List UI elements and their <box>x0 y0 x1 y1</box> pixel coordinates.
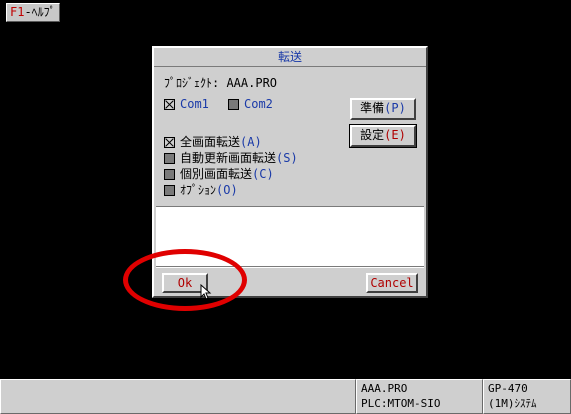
status-cell-model: GP-470 (1M)ｼｽﾃﾑ <box>483 379 571 414</box>
option-auto-update-label: 自動更新画面転送 <box>180 151 277 165</box>
settings-button-text: 設定 <box>360 128 385 142</box>
option-auto-update-screens[interactable]: 自動更新画面転送 (S) <box>164 150 298 166</box>
transfer-message-area <box>156 208 424 266</box>
option-options-label: ｵﾌﾟｼｮﾝ <box>180 183 217 197</box>
com2-checkbox-box <box>228 98 239 110</box>
screen: F1 -ﾍﾙﾌﾟ 転送 ﾌﾟﾛｼﾞｪｸﾄ: AAA.PRO Com1 Com2 準… <box>0 0 571 414</box>
option-all-screens[interactable]: 全画面転送 (A) <box>164 134 262 150</box>
status-project-name: AAA.PRO <box>361 382 408 395</box>
com2-checkbox[interactable]: Com2 <box>228 96 273 112</box>
mouse-pointer-icon <box>200 284 212 300</box>
status-system: (1M)ｼｽﾃﾑ <box>488 397 537 410</box>
ok-button-rest: k <box>185 276 193 290</box>
status-model: GP-470 <box>488 382 528 395</box>
lower-divider <box>156 266 424 268</box>
com1-checkbox-box <box>164 98 175 110</box>
help-key-code: F1 <box>10 5 25 19</box>
option-all-screens-box <box>164 136 175 148</box>
option-individual-label: 個別画面転送 <box>180 167 253 181</box>
option-individual-accel: (C) <box>252 167 274 181</box>
help-key-label: -ﾍﾙﾌﾟ <box>24 5 56 19</box>
settings-button-accel: (E) <box>384 128 406 142</box>
com2-checkbox-label: Com2 <box>244 97 273 111</box>
option-auto-update-box <box>164 152 175 164</box>
settings-button[interactable]: 設定(E) <box>349 124 417 148</box>
option-individual-box <box>164 168 175 180</box>
option-individual-screens[interactable]: 個別画面転送 (C) <box>164 166 274 182</box>
status-plc-type: PLC:MTOM-SIO <box>361 397 441 410</box>
option-auto-update-accel: (S) <box>276 151 298 165</box>
com1-checkbox-label: Com1 <box>180 97 209 111</box>
prepare-button-accel: (P) <box>384 101 406 115</box>
com1-checkbox[interactable]: Com1 <box>164 96 209 112</box>
cancel-button[interactable]: Cancel <box>366 273 418 293</box>
option-options-box <box>164 184 175 196</box>
option-options-accel: (O) <box>216 183 238 197</box>
option-all-screens-accel: (A) <box>240 135 262 149</box>
cancel-button-label: Cancel <box>370 276 414 290</box>
status-cell-blank <box>0 379 356 414</box>
transfer-dialog: 転送 ﾌﾟﾛｼﾞｪｸﾄ: AAA.PRO Com1 Com2 準備(P) 設定(… <box>152 46 428 298</box>
option-all-screens-label: 全画面転送 <box>180 135 241 149</box>
prepare-button-text: 準備 <box>360 101 385 115</box>
option-options[interactable]: ｵﾌﾟｼｮﾝ (O) <box>164 182 238 198</box>
status-cell-project: AAA.PRO PLC:MTOM-SIO <box>356 379 483 414</box>
dialog-title: 転送 <box>154 48 426 67</box>
ok-button-accel: O <box>177 276 185 290</box>
status-bar: AAA.PRO PLC:MTOM-SIO GP-470 (1M)ｼｽﾃﾑ <box>0 379 571 414</box>
help-key-indicator[interactable]: F1 -ﾍﾙﾌﾟ <box>6 3 60 22</box>
project-name-label: ﾌﾟﾛｼﾞｪｸﾄ: AAA.PRO <box>164 76 278 90</box>
prepare-button[interactable]: 準備(P) <box>350 98 416 120</box>
